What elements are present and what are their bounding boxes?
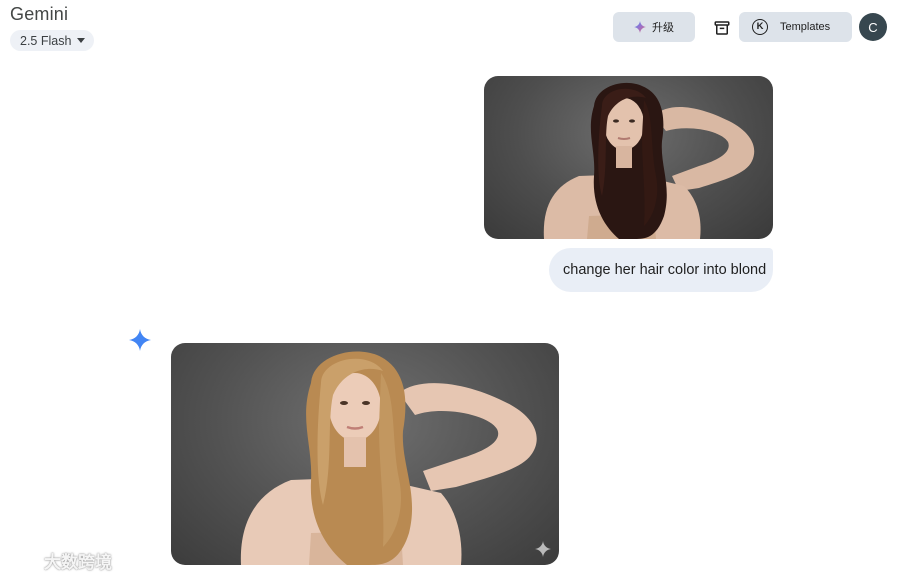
watermark-text: 大数跨境: [44, 553, 112, 572]
model-selector-label: 2.5 Flash: [20, 33, 72, 48]
k-logo-icon: K: [752, 19, 768, 35]
templates-button[interactable]: K Templates: [739, 12, 852, 42]
app-title: Gemini: [10, 4, 69, 24]
portrait-photo-icon: [240, 351, 537, 565]
gemini-sparkle-icon: [129, 329, 151, 351]
portrait-photo-icon: [543, 82, 755, 239]
ai-generated-sparkle-icon: [535, 541, 551, 557]
gemini-chat-page: Gemini 2.5 Flash 升级 K Templates C change…: [0, 0, 900, 579]
archive-button[interactable]: [710, 16, 734, 40]
watermark-logo-icon: [6, 551, 40, 570]
user-prompt-bubble: change her hair color into blond: [549, 248, 773, 292]
upgrade-label: 升级: [652, 22, 674, 34]
watermark: 大数跨境: [6, 548, 112, 573]
gemini-sparkle-icon: [634, 21, 646, 33]
avatar[interactable]: C: [859, 13, 887, 41]
caret-down-icon: [77, 38, 86, 43]
archive-icon: [714, 21, 730, 35]
templates-label: Templates: [780, 21, 831, 33]
user-uploaded-image[interactable]: [484, 76, 773, 239]
generated-image[interactable]: [171, 343, 559, 565]
upgrade-button[interactable]: 升级: [613, 12, 695, 42]
user-prompt-text: change her hair color into blond: [563, 262, 767, 278]
model-selector[interactable]: 2.5 Flash: [10, 30, 95, 51]
